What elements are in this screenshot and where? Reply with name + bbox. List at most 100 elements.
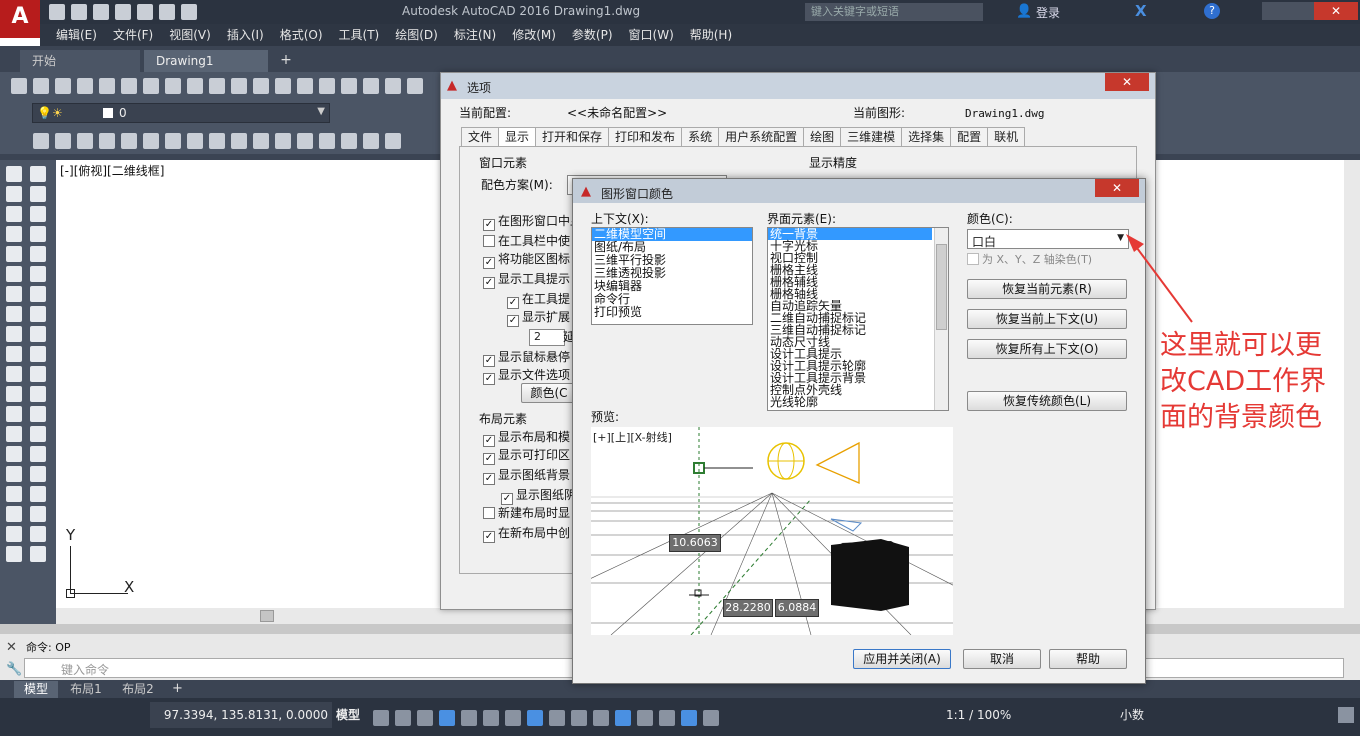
draw-tool-icon[interactable]: [6, 306, 22, 322]
draw-tool-icon[interactable]: [30, 366, 46, 382]
minimize-button[interactable]: [1262, 2, 1288, 20]
draw-tool-icon[interactable]: [30, 186, 46, 202]
option-checkbox[interactable]: ✓ 显示鼠标悬停: [483, 351, 570, 367]
color-dropdown[interactable]: 口白 ▼: [967, 229, 1129, 249]
option-checkbox[interactable]: ✓ 显示扩展: [507, 311, 570, 327]
units-dropdown[interactable]: 小数: [1120, 702, 1186, 728]
element-item[interactable]: 光线轮廓: [768, 396, 932, 408]
close-button[interactable]: ✕: [1314, 2, 1358, 20]
menu-item[interactable]: 绘图(D): [387, 24, 446, 46]
option-checkbox[interactable]: ✓ 显示工具提示: [483, 273, 570, 289]
draw-tool-icon[interactable]: [30, 206, 46, 222]
options-tab[interactable]: 联机: [987, 127, 1026, 146]
draw-tool-icon[interactable]: [30, 326, 46, 342]
save-icon[interactable]: [93, 4, 109, 20]
draw-tool-icon[interactable]: [30, 426, 46, 442]
draw-tool-icon[interactable]: [6, 546, 22, 562]
draw-tool-icon[interactable]: [30, 286, 46, 302]
draw-tool-icon[interactable]: [30, 246, 46, 262]
layout-checkbox[interactable]: ✓ 在新布局中创: [483, 527, 570, 543]
redo-icon[interactable]: [181, 4, 197, 20]
delay-input[interactable]: 2: [529, 329, 565, 346]
options-tab[interactable]: 打开和保存: [535, 127, 610, 146]
model-space-button[interactable]: 模型: [336, 702, 360, 728]
draw-tool-icon[interactable]: [30, 406, 46, 422]
draw-tool-icon[interactable]: [30, 226, 46, 242]
options-tab[interactable]: 配置: [950, 127, 989, 146]
draw-tool-icon[interactable]: [6, 486, 22, 502]
tab-layout2[interactable]: 布局2: [114, 681, 162, 698]
tab-model[interactable]: 模型: [14, 681, 58, 698]
menu-item[interactable]: 插入(I): [219, 24, 272, 46]
options-tab[interactable]: 选择集: [901, 127, 952, 146]
user-icon[interactable]: 👤: [1016, 4, 1032, 19]
draw-tool-icon[interactable]: [6, 246, 22, 262]
help-icon[interactable]: ?: [1204, 3, 1220, 19]
options-tab[interactable]: 三维建模: [840, 127, 903, 146]
element-list[interactable]: 统一背景 十字光标 视口控制 栅格主线 栅格辅线 栅格轴线 自动追踪矢量 二维自动捕捉标记 三维…: [767, 227, 949, 411]
draw-tool-icon[interactable]: [30, 166, 46, 182]
draw-tool-icon[interactable]: [6, 526, 22, 542]
search-input[interactable]: 键入关键字或短语: [805, 3, 983, 21]
menu-item[interactable]: 参数(P): [564, 24, 621, 46]
menu-item[interactable]: 标注(N): [446, 24, 504, 46]
context-item[interactable]: 打印预览: [592, 306, 752, 319]
draw-tool-icon[interactable]: [6, 206, 22, 222]
draw-tool-icon[interactable]: [30, 486, 46, 502]
coordinates-readout[interactable]: 97.3394, 135.8131, 0.0000: [150, 702, 332, 728]
menu-item[interactable]: 编辑(E): [48, 24, 105, 46]
draw-tool-icon[interactable]: [6, 266, 22, 282]
draw-tool-icon[interactable]: [30, 346, 46, 362]
draw-tool-icon[interactable]: [6, 286, 22, 302]
close-command-icon[interactable]: ✕: [6, 640, 17, 655]
login-link[interactable]: 登录: [1036, 4, 1060, 21]
layout-checkbox[interactable]: ✓ 显示图纸阴: [501, 489, 576, 505]
annotation-scale[interactable]: 1:1 / 100%: [946, 702, 1011, 728]
option-checkbox[interactable]: ✓ 在图形窗口中显: [483, 215, 582, 231]
draw-tool-icon[interactable]: [6, 346, 22, 362]
draw-tool-icon[interactable]: [6, 506, 22, 522]
options-tab[interactable]: 绘图: [803, 127, 842, 146]
options-tab[interactable]: 用户系统配置: [718, 127, 805, 146]
draw-tool-icon[interactable]: [6, 326, 22, 342]
menu-item[interactable]: 文件(F): [105, 24, 161, 46]
undo-icon[interactable]: [159, 4, 175, 20]
draw-tool-icon[interactable]: [30, 466, 46, 482]
options-tab[interactable]: 显示: [498, 127, 537, 147]
new-tab-button[interactable]: +: [276, 52, 296, 70]
menu-item[interactable]: 工具(T): [331, 24, 388, 46]
option-checkbox[interactable]: ✓ 在工具提: [507, 293, 570, 309]
cancel-button[interactable]: 取消: [963, 649, 1041, 669]
draw-tool-icon[interactable]: [6, 366, 22, 382]
restore-all-button[interactable]: 恢复所有上下文(O): [967, 339, 1127, 359]
help-button[interactable]: 帮助: [1049, 649, 1127, 669]
draw-tool-icon[interactable]: [30, 446, 46, 462]
options-tab[interactable]: 系统: [681, 127, 720, 146]
customization-icon[interactable]: [1338, 707, 1354, 723]
layout-checkbox[interactable]: ✓ 显示可打印区: [483, 449, 570, 465]
add-layout-button[interactable]: +: [172, 681, 183, 696]
restore-button[interactable]: [1288, 2, 1314, 20]
draw-tool-icon[interactable]: [6, 446, 22, 462]
colors-close-button[interactable]: ✕: [1095, 179, 1139, 197]
customize-icon[interactable]: 🔧: [6, 662, 22, 677]
print-icon[interactable]: [137, 4, 153, 20]
apply-close-button[interactable]: 应用并关闭(A): [853, 649, 951, 669]
draw-tool-icon[interactable]: [30, 306, 46, 322]
open-icon[interactable]: [71, 4, 87, 20]
layout-checkbox[interactable]: ✓ 显示图纸背景: [483, 469, 570, 485]
draw-tool-icon[interactable]: [6, 466, 22, 482]
layer-dropdown[interactable]: 💡☀ 0 ▼: [32, 103, 330, 123]
draw-tool-icon[interactable]: [6, 186, 22, 202]
vertical-scrollbar[interactable]: [1344, 160, 1360, 624]
menu-item[interactable]: 修改(M): [504, 24, 564, 46]
menu-item[interactable]: 帮助(H): [682, 24, 740, 46]
menu-item[interactable]: 窗口(W): [621, 24, 682, 46]
tab-drawing1[interactable]: Drawing1: [144, 50, 268, 72]
draw-tool-icon[interactable]: [6, 406, 22, 422]
tab-layout1[interactable]: 布局1: [62, 681, 110, 698]
context-list[interactable]: 二维模型空间 图纸/布局 三维平行投影 三维透视投影 块编辑器 命令行 打印预览: [591, 227, 753, 325]
draw-tool-icon[interactable]: [6, 226, 22, 242]
tab-start[interactable]: 开始: [20, 50, 140, 72]
options-close-button[interactable]: ✕: [1105, 73, 1149, 91]
